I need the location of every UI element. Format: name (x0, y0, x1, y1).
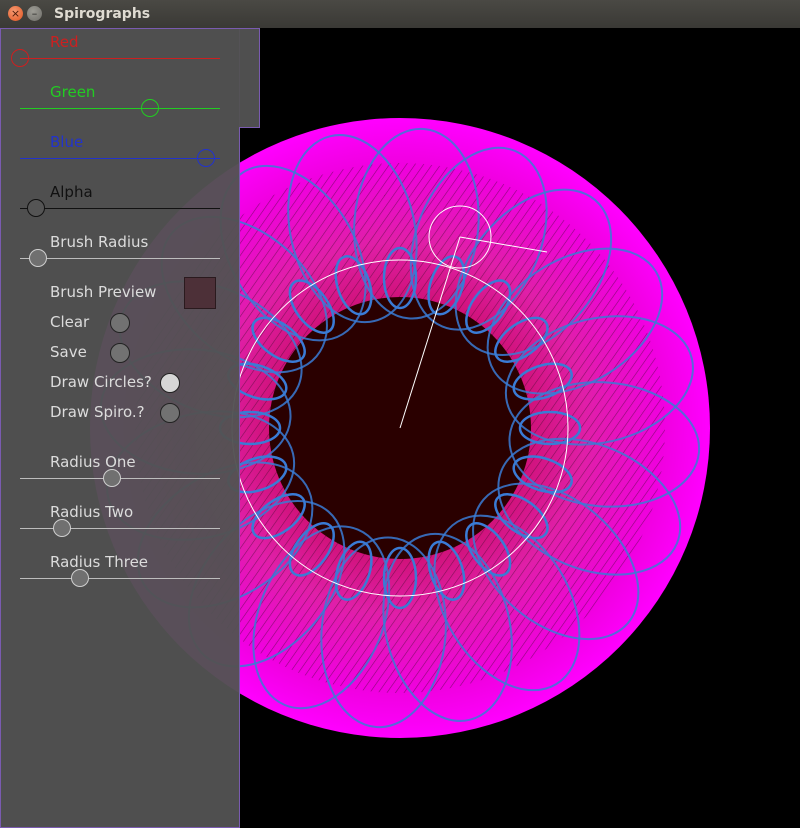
red-slider-track[interactable] (20, 58, 220, 59)
green-label: Green (50, 83, 96, 101)
window-title: Spirographs (54, 6, 151, 22)
close-icon[interactable]: × (8, 6, 23, 21)
radius-two-slider-knob[interactable] (53, 519, 71, 537)
draw-spiro-label: Draw Spiro.? (50, 403, 145, 421)
radius-two-slider-track[interactable] (20, 528, 220, 529)
radius-three-slider-track[interactable] (20, 578, 220, 579)
red-label: Red (50, 33, 79, 51)
draw-circles-label: Draw Circles? (50, 373, 152, 391)
control-panel (0, 28, 240, 828)
clear-button[interactable] (110, 313, 130, 333)
blue-slider-knob[interactable] (197, 149, 215, 167)
alpha-slider-knob[interactable] (27, 199, 45, 217)
green-slider-knob[interactable] (141, 99, 159, 117)
radius-three-label: Radius Three (50, 553, 149, 571)
radius-three-slider-knob[interactable] (71, 569, 89, 587)
brush-radius-slider-knob[interactable] (29, 249, 47, 267)
brush-radius-slider-track[interactable] (20, 258, 220, 259)
blue-label: Blue (50, 133, 84, 151)
brush-preview-label: Brush Preview (50, 283, 157, 301)
brush-radius-label: Brush Radius (50, 233, 149, 251)
radius-one-slider-knob[interactable] (103, 469, 121, 487)
radius-one-label: Radius One (50, 453, 136, 471)
green-slider-track[interactable] (20, 108, 220, 109)
alpha-slider-track[interactable] (20, 208, 220, 209)
blue-slider-track[interactable] (20, 158, 220, 159)
draw-circles-toggle[interactable] (160, 373, 180, 393)
alpha-label: Alpha (50, 183, 93, 201)
red-slider-knob[interactable] (11, 49, 29, 67)
panel-tab[interactable] (239, 28, 260, 128)
save-label: Save (50, 343, 87, 361)
clear-label: Clear (50, 313, 90, 331)
draw-spiro-toggle[interactable] (160, 403, 180, 423)
window-titlebar: × – Spirographs (0, 0, 800, 28)
minimize-icon[interactable]: – (27, 6, 42, 21)
brush-preview-swatch (184, 277, 216, 309)
save-button[interactable] (110, 343, 130, 363)
